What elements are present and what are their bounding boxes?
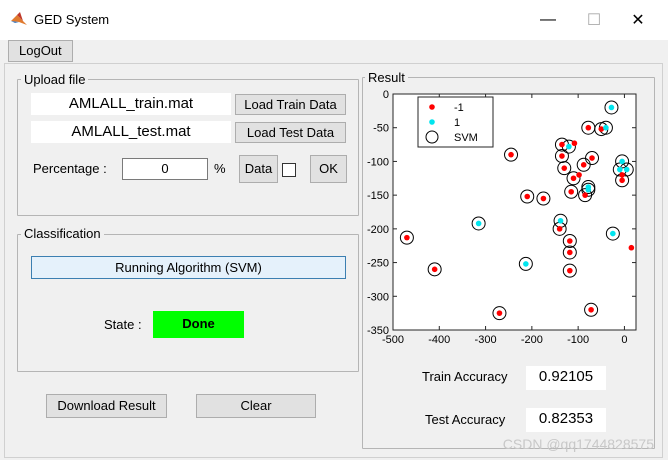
data-button[interactable]: Data (239, 155, 278, 183)
data-point-neg (576, 172, 582, 178)
train-accuracy-label: Train Accuracy (422, 369, 508, 384)
data-point-pos (585, 186, 592, 193)
data-point-neg (619, 172, 625, 178)
data-point-neg (571, 140, 578, 147)
data-point-neg (508, 151, 514, 158)
window-title: GED System (34, 12, 110, 27)
download-result-button[interactable]: Download Result (46, 394, 167, 418)
load-test-button[interactable]: Load Test Data (235, 122, 346, 143)
y-tick-label: -50 (373, 123, 389, 135)
data-point-pos (623, 166, 630, 173)
maximize-button[interactable]: ☐ (574, 4, 614, 36)
data-point-pos (475, 220, 482, 227)
clear-button[interactable]: Clear (196, 394, 316, 418)
y-tick-label: -250 (367, 258, 389, 270)
data-point-neg (570, 175, 577, 182)
legend-label: -1 (454, 102, 464, 114)
y-tick-label: -350 (367, 325, 389, 337)
data-point-pos (617, 166, 623, 173)
legend-label: SVM (454, 132, 478, 144)
state-value: Done (153, 311, 244, 338)
data-point-pos (557, 217, 564, 224)
data-point-neg (567, 238, 573, 244)
menu-bar (0, 40, 668, 62)
classification-panel-title: Classification (21, 226, 104, 241)
data-point-neg (524, 193, 531, 200)
data-point-pos (566, 143, 572, 150)
data-point-neg (585, 124, 592, 131)
legend-label: 1 (454, 117, 460, 129)
data-point-pos (603, 124, 609, 131)
data-point-neg (580, 162, 587, 168)
data-point-neg (619, 177, 625, 184)
data-point-neg (567, 267, 573, 274)
data-point-neg (559, 141, 565, 148)
menu-logout[interactable]: LogOut (8, 40, 73, 62)
y-tick-label: 0 (383, 89, 389, 101)
data-point-neg (582, 192, 588, 198)
y-tick-label: -100 (367, 156, 389, 168)
x-tick-label: -100 (567, 334, 589, 346)
percentage-label: Percentage : (33, 161, 107, 176)
data-point-neg (559, 153, 565, 159)
train-file-field[interactable]: AMLALL_train.mat (31, 93, 231, 115)
data-point-neg (540, 195, 547, 202)
minimize-button[interactable]: — (528, 4, 568, 36)
run-algorithm-button[interactable]: Running Algorithm (SVM) (31, 256, 346, 279)
test-file-field[interactable]: AMLALL_test.mat (31, 121, 231, 143)
data-point-pos (610, 230, 616, 237)
load-train-button[interactable]: Load Train Data (235, 94, 346, 115)
upload-panel-title: Upload file (21, 72, 89, 87)
y-tick-label: -200 (367, 224, 389, 236)
data-point-neg (567, 249, 573, 256)
data-point-neg (404, 234, 410, 241)
legend-marker (429, 119, 435, 125)
test-accuracy-value: 0.82353 (526, 408, 606, 432)
ok-button[interactable]: OK (310, 155, 347, 183)
data-point-neg (431, 266, 438, 273)
legend-marker (429, 104, 435, 110)
data-point-pos (608, 104, 615, 111)
matlab-logo-icon (11, 12, 27, 25)
data-point-neg (496, 310, 503, 316)
scatter-plot: -500 -400 -300 -200 -100 00-50-100-150-200-25… (367, 89, 637, 346)
percent-sign: % (214, 161, 226, 176)
classification-panel (17, 234, 359, 372)
result-panel-title: Result (365, 70, 408, 85)
data-point-neg (556, 226, 563, 232)
train-accuracy-value: 0.92105 (526, 366, 606, 390)
data-point-neg (628, 244, 635, 251)
x-tick-label: 0 (621, 334, 627, 346)
test-accuracy-label: Test Accuracy (425, 412, 506, 427)
watermark: CSDN @qq1744828575 (502, 436, 654, 452)
y-tick-label: -300 (367, 291, 389, 303)
state-label: State : (104, 317, 142, 332)
data-point-neg (589, 155, 595, 161)
x-tick-label: -400 (428, 334, 450, 346)
data-point-neg (568, 188, 574, 195)
x-tick-label: -300 (475, 334, 497, 346)
data-point-pos (619, 158, 625, 165)
x-tick-label: -200 (521, 334, 543, 346)
percentage-input[interactable]: 0 (122, 158, 208, 180)
data-point-neg (588, 306, 594, 313)
close-button[interactable]: ✕ (618, 4, 658, 36)
data-point-neg (561, 165, 568, 171)
data-checkbox[interactable] (282, 163, 296, 177)
data-point-pos (523, 261, 529, 267)
y-tick-label: -150 (367, 190, 389, 202)
